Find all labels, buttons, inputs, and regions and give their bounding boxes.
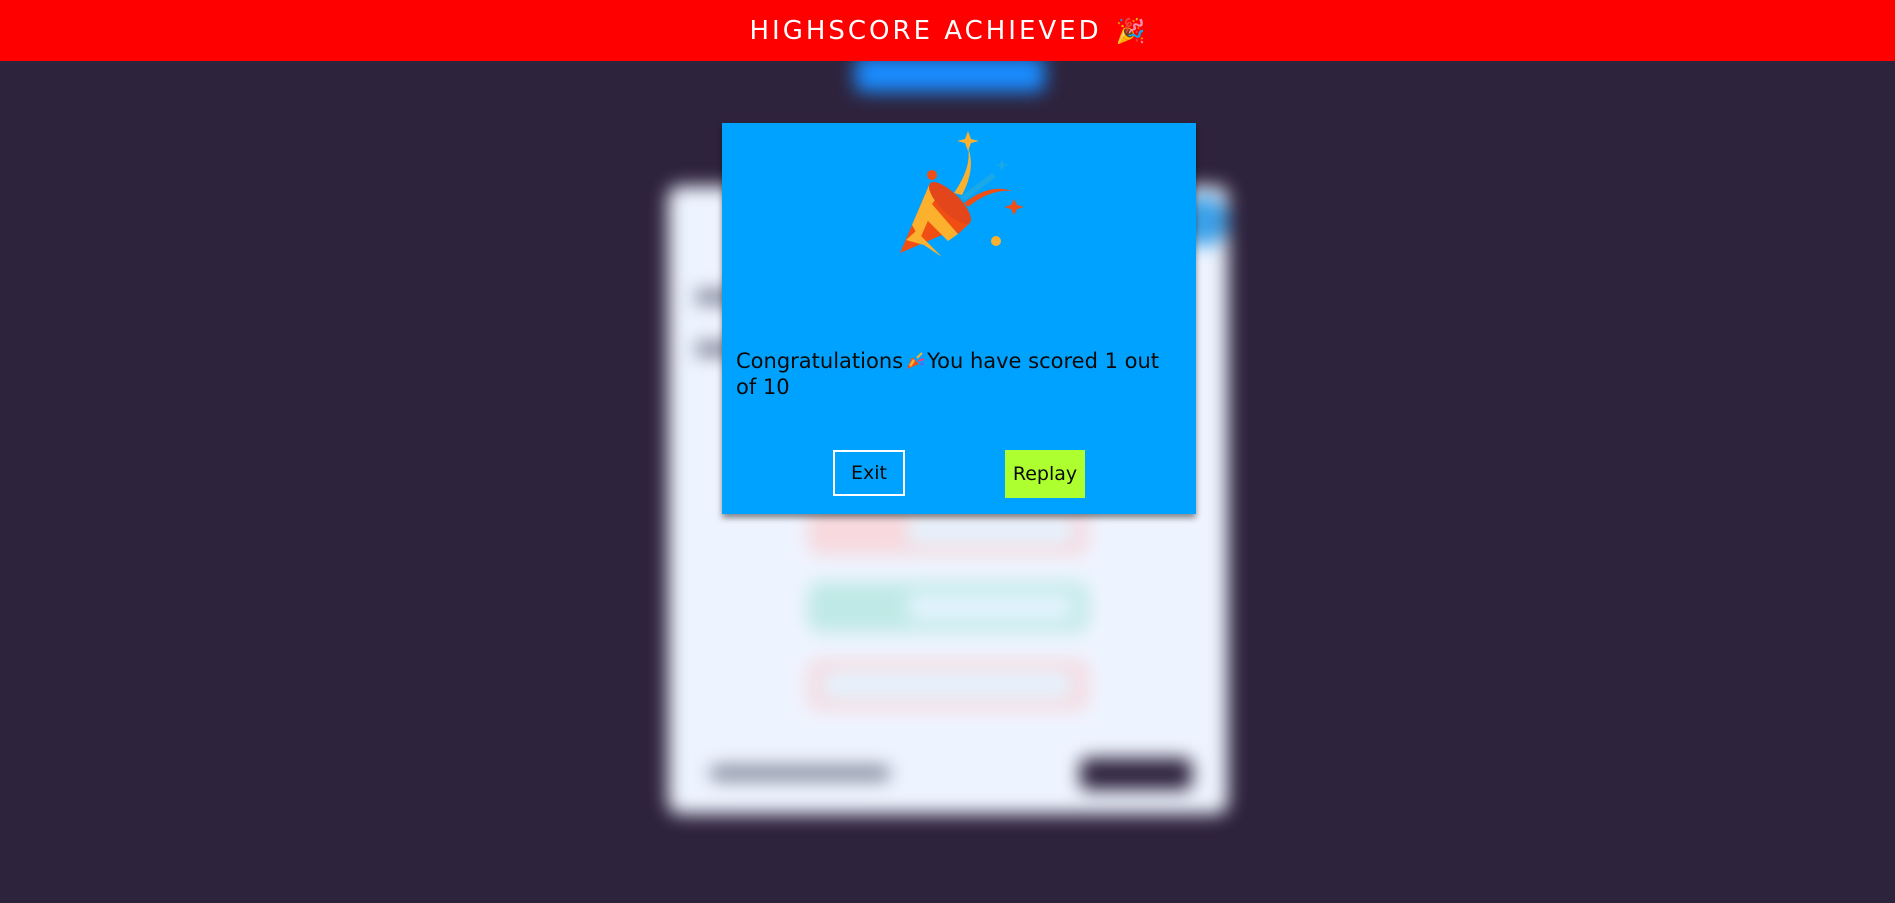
party-popper-icon: 🎉 (1115, 16, 1146, 45)
party-popper-icon (900, 131, 1024, 257)
replay-button[interactable]: Replay (1005, 450, 1085, 498)
result-modal: Congratulations You have scored 1 out of … (722, 123, 1196, 514)
page: HIGHSCORE ACHIEVED 🎉 Congratulations You… (0, 0, 1895, 903)
background-start-button (855, 56, 1045, 92)
score-message: Congratulations You have scored 1 out of … (736, 348, 1182, 400)
exit-button[interactable]: Exit (833, 450, 905, 496)
party-popper-icon (907, 352, 925, 369)
background-footer-text (710, 766, 890, 780)
background-option (808, 582, 1088, 632)
background-option (808, 660, 1088, 710)
background-next-button (1080, 758, 1192, 790)
highscore-banner: HIGHSCORE ACHIEVED 🎉 (0, 0, 1895, 61)
banner-title: HIGHSCORE ACHIEVED (749, 15, 1102, 46)
congratulations-text: Congratulations (736, 349, 904, 373)
